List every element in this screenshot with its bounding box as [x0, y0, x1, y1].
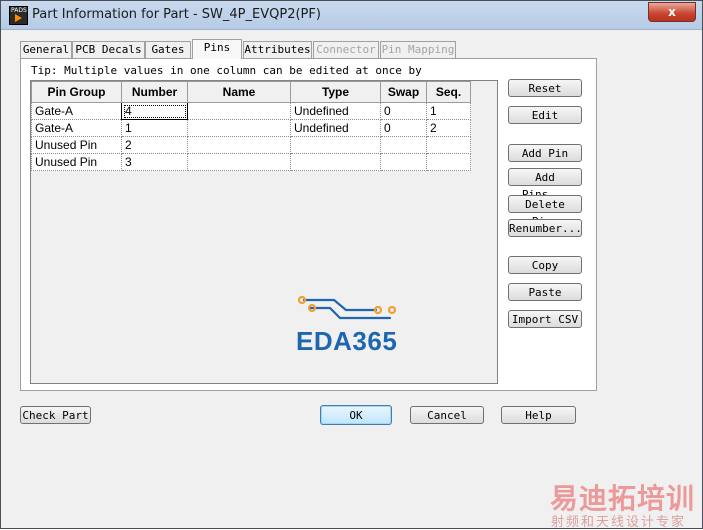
name-cell[interactable] [187, 136, 291, 154]
edit-button[interactable]: Edit [508, 106, 582, 124]
import-csv-button[interactable]: Import CSV [508, 310, 582, 328]
pin-group-cell[interactable]: Gate-A [31, 102, 122, 120]
pins-grid[interactable]: Pin Group Number Name Type Swap Seq. Gat… [30, 80, 498, 384]
seq-cell[interactable]: 1 [426, 102, 471, 120]
arrow-icon [15, 14, 22, 22]
help-button[interactable]: Help [501, 406, 576, 424]
number-cell[interactable]: 1 [121, 119, 188, 137]
type-cell[interactable] [290, 153, 381, 171]
name-cell[interactable] [187, 102, 291, 120]
column-header-number[interactable]: Number [121, 81, 188, 103]
tip-text: Tip: Multiple values in one column can b… [31, 64, 422, 77]
column-header-type[interactable]: Type [290, 81, 381, 103]
number-cell[interactable]: 4 [121, 102, 188, 120]
pin-group-cell[interactable]: Unused Pin [31, 153, 122, 171]
table-row: Unused Pin 2 [31, 136, 471, 154]
close-button[interactable]: x [648, 2, 696, 22]
name-cell[interactable] [187, 119, 291, 137]
watermark-subtitle: 射频和天线设计专家 [551, 515, 687, 530]
delete-pins-button[interactable]: Delete Pins [508, 195, 582, 228]
tab-general[interactable]: General [20, 41, 72, 58]
swap-cell[interactable] [380, 153, 427, 171]
swap-cell[interactable]: 0 [380, 102, 427, 120]
check-part-button[interactable]: Check Part [20, 406, 91, 424]
tab-connector: Connector [313, 41, 379, 58]
pads-app-icon: PADS [9, 6, 28, 25]
copy-button[interactable]: Copy [508, 256, 582, 274]
tab-pins[interactable]: Pins [192, 39, 242, 59]
table-row: Unused Pin 3 [31, 153, 471, 171]
window-title: Part Information for Part - SW_4P_EVQP2(… [32, 7, 321, 22]
number-cell[interactable]: 2 [121, 136, 188, 154]
tab-pin-mapping: Pin Mapping [380, 41, 456, 58]
add-pin-button[interactable]: Add Pin [508, 144, 582, 162]
ok-button[interactable]: OK [320, 405, 392, 425]
cancel-button[interactable]: Cancel [410, 406, 484, 424]
number-cell[interactable]: 3 [121, 153, 188, 171]
seq-cell[interactable] [426, 136, 471, 154]
pins-table: Pin Group Number Name Type Swap Seq. Gat… [31, 81, 471, 171]
seq-cell[interactable] [426, 153, 471, 171]
circuit-trace-icon [297, 295, 397, 320]
dialog-window: PADS Part Information for Part - SW_4P_E… [0, 0, 703, 530]
add-pins-button[interactable]: Add Pins... [508, 168, 582, 201]
table-row: Gate-A 1 Undefined 0 2 [31, 119, 471, 137]
column-header-pin-group[interactable]: Pin Group [31, 81, 122, 103]
type-cell[interactable]: Undefined [290, 102, 381, 120]
renumber-button[interactable]: Renumber... [508, 219, 582, 237]
swap-cell[interactable]: 0 [380, 119, 427, 137]
pin-group-cell[interactable]: Gate-A [31, 119, 122, 137]
seq-cell[interactable]: 2 [426, 119, 471, 137]
column-header-seq[interactable]: Seq. [426, 81, 471, 103]
tab-gates[interactable]: Gates [145, 41, 191, 58]
paste-button[interactable]: Paste [508, 283, 582, 301]
swap-cell[interactable] [380, 136, 427, 154]
type-cell[interactable] [290, 136, 381, 154]
column-header-swap[interactable]: Swap [380, 81, 427, 103]
eda365-logo: EDA365 [296, 294, 408, 356]
tab-pcb-decals[interactable]: PCB Decals [72, 41, 145, 58]
reset-button[interactable]: Reset [508, 79, 582, 97]
close-icon: x [668, 5, 676, 19]
type-cell[interactable]: Undefined [290, 119, 381, 137]
column-header-name[interactable]: Name [187, 81, 291, 103]
logo-text: EDA365 [296, 326, 398, 356]
name-cell[interactable] [187, 153, 291, 171]
title-bar[interactable]: PADS Part Information for Part - SW_4P_E… [1, 1, 702, 30]
table-row: Gate-A 4 Undefined 0 1 [31, 102, 471, 120]
table-header-row: Pin Group Number Name Type Swap Seq. [31, 81, 471, 103]
tab-attributes[interactable]: Attributes [243, 41, 312, 58]
app-icon-label: PADS [11, 7, 27, 14]
pin-group-cell[interactable]: Unused Pin [31, 136, 122, 154]
